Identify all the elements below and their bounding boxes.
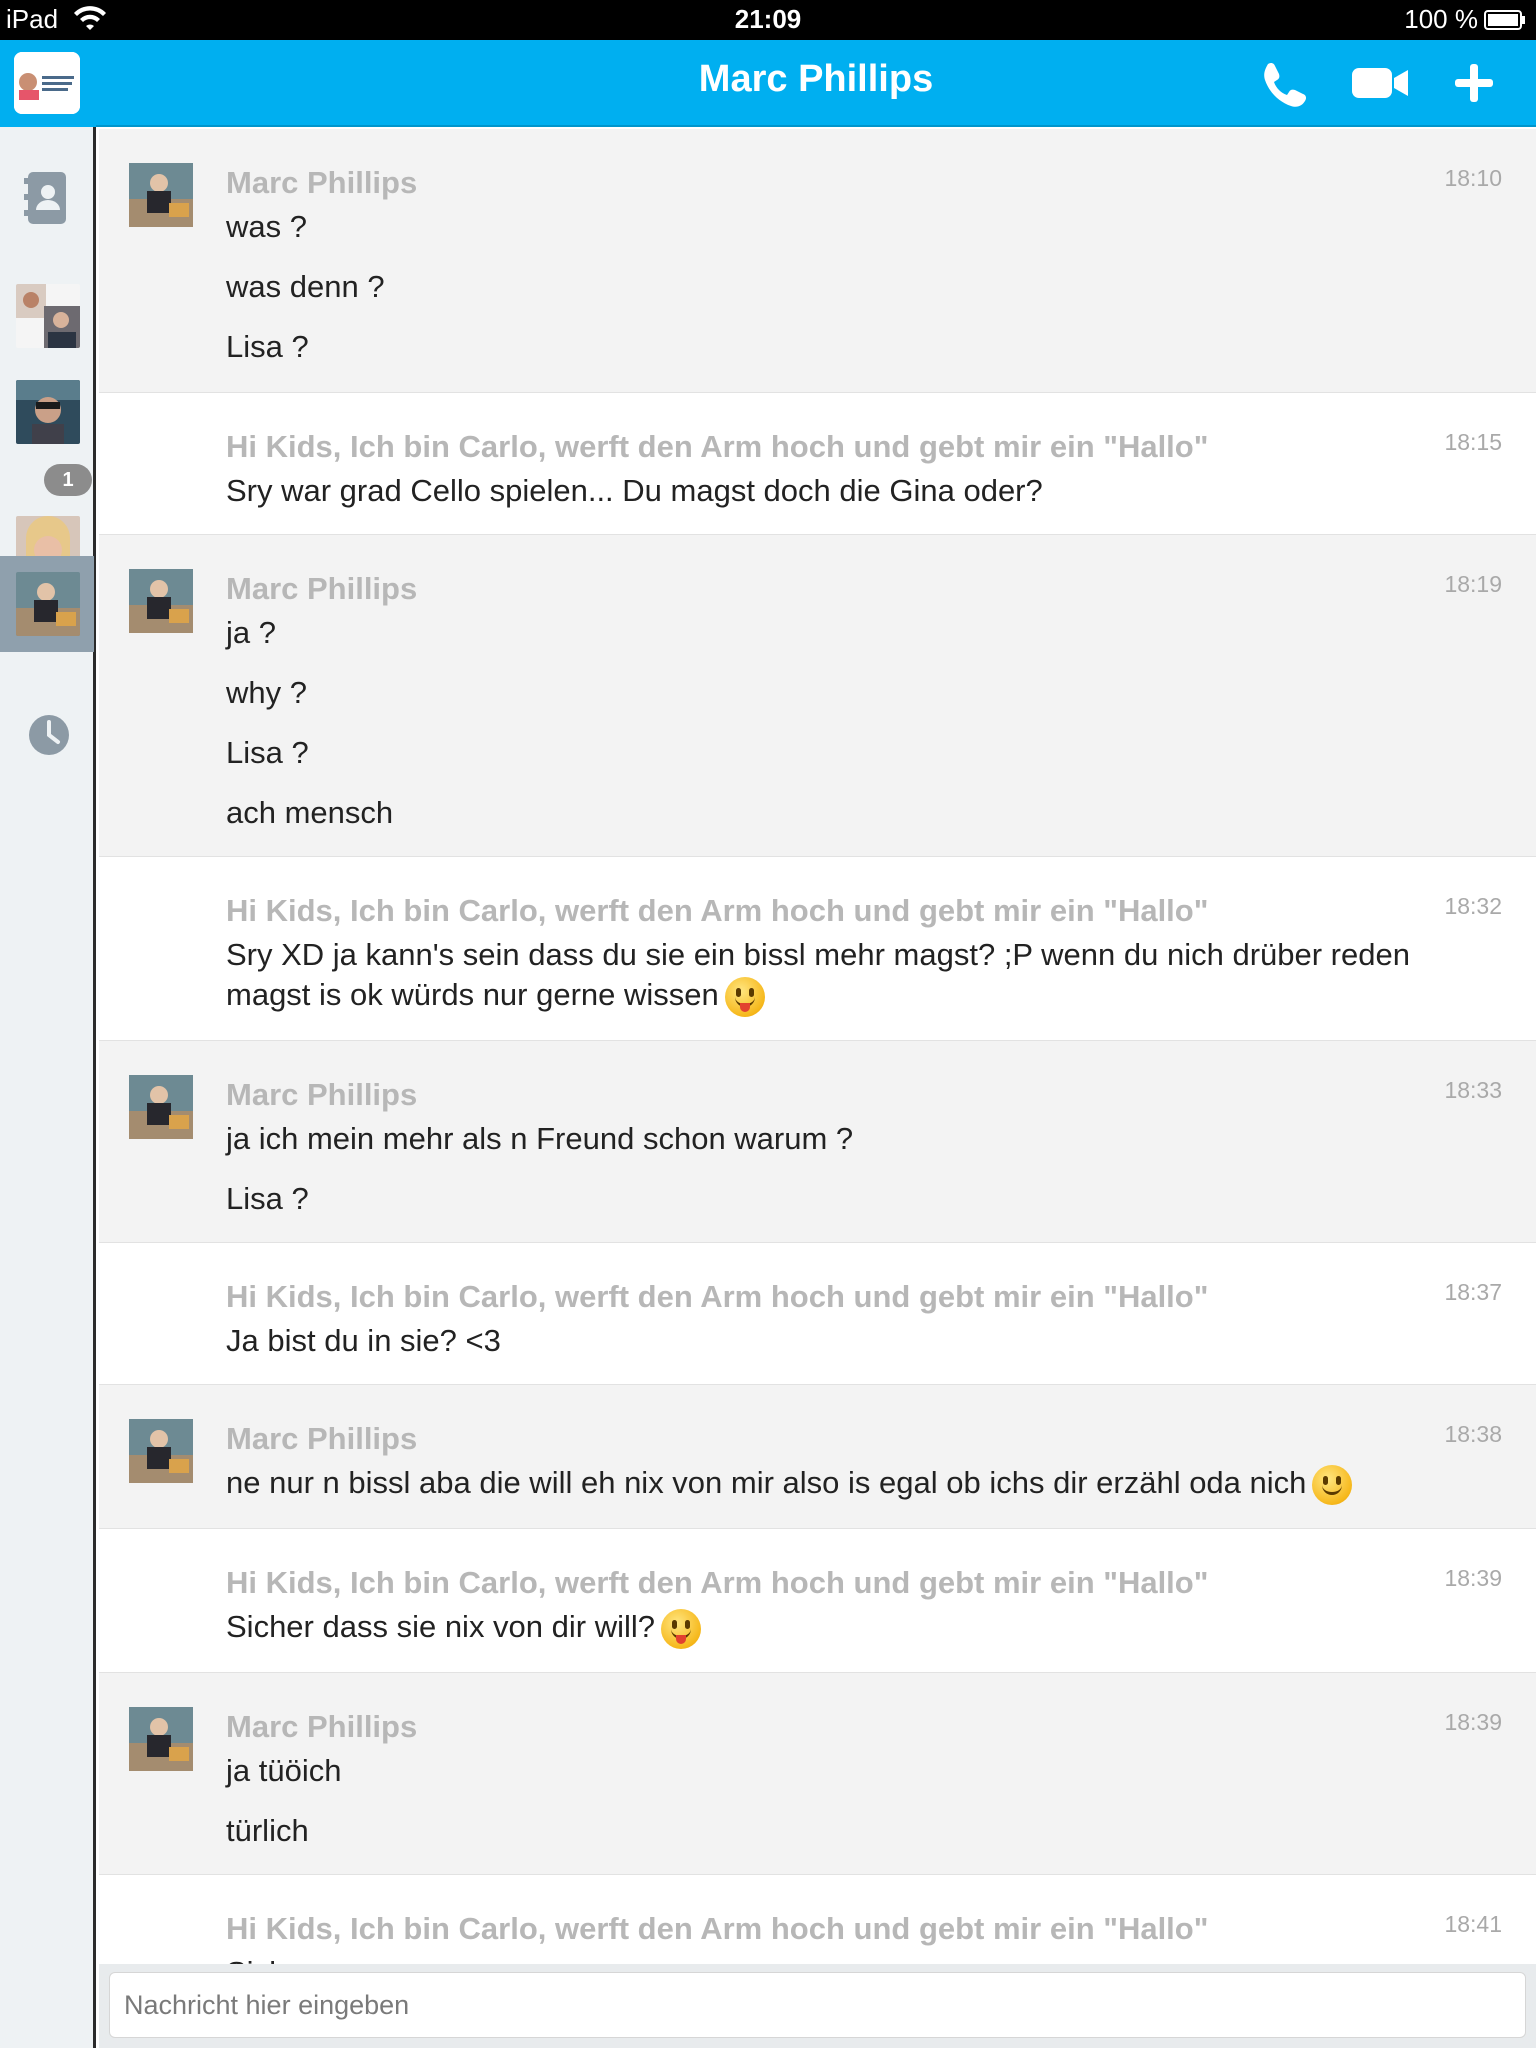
sidebar: 1 [0,40,96,2048]
message-time: 18:39 [1444,1709,1502,1735]
sender-name: Marc Phillips [226,165,418,200]
sender-name: Hi Kids, Ich bin Carlo, werft den Arm ho… [226,1911,1209,1946]
message-text: Ja bist du in sie? <3 [226,1323,501,1358]
message-text: ja tüöich [226,1753,342,1788]
clock-icon[interactable] [28,714,70,756]
sender-name: Hi Kids, Ich bin Carlo, werft den Arm ho… [226,893,1209,928]
sender-name: Marc Phillips [226,1077,418,1112]
message-time: 18:38 [1444,1421,1502,1447]
message-time: 18:41 [1444,1911,1502,1937]
message-text-row: Sry XD ja kann's sein dass du sie ein bi… [226,935,1476,1017]
sender-name: Hi Kids, Ich bin Carlo, werft den Arm ho… [226,429,1209,464]
message-time: 18:19 [1444,571,1502,597]
message-group: Marc Phillips 18:10 was ? was denn ? Lis… [99,129,1536,393]
tongue-out-emoji-icon [661,1608,702,1649]
message-list[interactable]: Marc Phillips 18:10 was ? was denn ? Lis… [99,129,1536,1964]
message-group: Hi Kids, Ich bin Carlo, werft den Arm ho… [99,857,1536,1041]
message-text: was ? [226,209,307,244]
chat-header: Marc Phillips [96,40,1536,127]
plus-icon[interactable] [1446,58,1502,108]
avatar [129,1707,193,1771]
message-group: Hi Kids, Ich bin Carlo, werft den Arm ho… [99,393,1536,535]
sender-name: Hi Kids, Ich bin Carlo, werft den Arm ho… [226,1565,1209,1600]
avatar [129,1075,193,1139]
message-group: Hi Kids, Ich bin Carlo, werft den Arm ho… [99,1529,1536,1673]
smiley-emoji-icon [1312,1464,1353,1505]
message-time: 18:10 [1444,165,1502,191]
message-text: türlich [226,1813,309,1848]
conversation-avatar-marc-phillips[interactable] [16,572,80,636]
tongue-out-emoji-icon [724,976,765,1017]
message-text: Lisa ? [226,735,309,770]
message-group: Marc Phillips 18:38 ne nur n bissl aba d… [99,1385,1536,1529]
message-text: ja ? [226,615,276,650]
message-text: ach mensch [226,795,394,830]
sidebar-profile-area [0,40,96,127]
message-text-row: Sicher dass sie nix von dir will? [226,1607,1476,1649]
message-text: Sry war grad Cello spielen... Du magst d… [226,473,1043,508]
message-text: was denn ? [226,269,385,304]
conversation-avatar-2[interactable] [16,380,80,444]
message-time: 18:33 [1444,1077,1502,1103]
sender-name: Marc Phillips [226,1709,418,1744]
message-group: Marc Phillips 18:33 ja ich mein mehr als… [99,1041,1536,1243]
message-group: Marc Phillips 18:19 ja ? why ? Lisa ? ac… [99,535,1536,857]
message-time: 18:32 [1444,893,1502,919]
battery-icon [1484,10,1525,30]
sender-name: Hi Kids, Ich bin Carlo, werft den Arm ho… [226,1279,1209,1314]
message-input[interactable] [109,1972,1526,2038]
avatar [129,163,193,227]
message-composer [99,1964,1536,2048]
message-text: Sicher [226,1953,1476,1964]
message-group: Marc Phillips 18:39 ja tüöich türlich [99,1673,1536,1875]
avatar [129,1419,193,1483]
message-text: why ? [226,675,307,710]
unread-badge: 1 [44,464,92,496]
phone-icon[interactable] [1254,58,1310,108]
message-text: Lisa ? [226,1181,309,1216]
conversation-avatar-group[interactable] [16,284,80,348]
message-group: Hi Kids, Ich bin Carlo, werft den Arm ho… [99,1875,1536,1964]
message-text: Sry XD ja kann's sein dass du sie ein bi… [226,937,1410,1012]
message-text: Sicher dass sie nix von dir will? [226,1609,656,1644]
battery-percentage: 100 % [1404,4,1478,34]
sender-name: Marc Phillips [226,1421,418,1456]
message-text: Lisa ? [226,329,309,364]
status-time: 21:09 [734,4,802,34]
message-time: 18:39 [1444,1565,1502,1591]
message-text-row: ne nur n bissl aba die will eh nix von m… [226,1463,1476,1505]
own-profile-avatar[interactable] [14,52,80,114]
message-group: Hi Kids, Ich bin Carlo, werft den Arm ho… [99,1243,1536,1385]
sender-name: Marc Phillips [226,571,418,606]
status-bar: iPad 21:09 100 % [0,0,1536,40]
chat-title: Marc Phillips [698,58,934,100]
message-text: ja ich mein mehr als n Freund schon waru… [226,1121,854,1156]
video-camera-icon[interactable] [1348,58,1412,108]
avatar [129,569,193,633]
message-time: 18:37 [1444,1279,1502,1305]
contacts-book-icon[interactable] [24,170,70,226]
message-text: ne nur n bissl aba die will eh nix von m… [226,1465,1307,1500]
message-time: 18:15 [1444,429,1502,455]
